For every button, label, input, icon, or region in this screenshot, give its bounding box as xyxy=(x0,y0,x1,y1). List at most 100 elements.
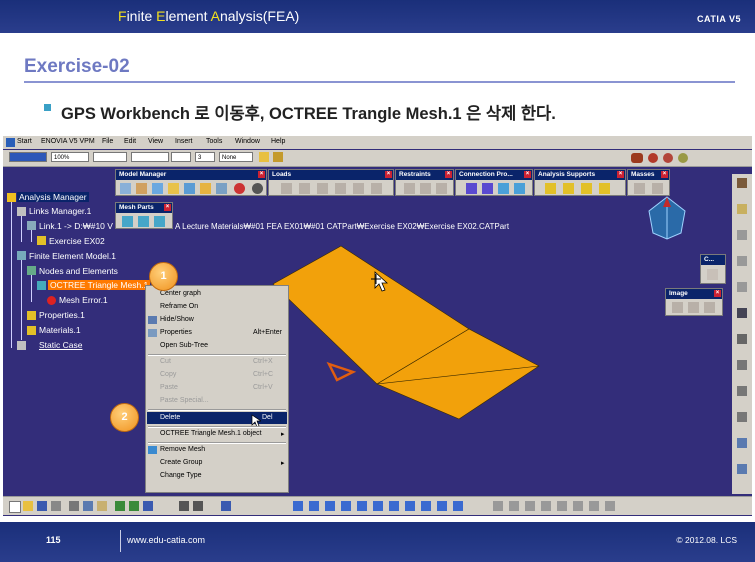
tool-icon-10[interactable] xyxy=(737,412,747,422)
normal-view-icon[interactable] xyxy=(389,501,399,511)
tool-icon-5[interactable] xyxy=(737,282,747,292)
fit-all-icon[interactable] xyxy=(309,501,319,511)
pressure-icon[interactable] xyxy=(281,183,292,194)
menu-item-center-graph[interactable]: Center graph xyxy=(160,290,201,297)
menu-item-paste-special[interactable]: Paste Special... xyxy=(160,397,209,404)
painter-icon[interactable] xyxy=(259,152,269,162)
knowledge-icon[interactable] xyxy=(193,501,203,511)
zoom-combo[interactable]: 100% xyxy=(51,152,89,162)
pivot-icon[interactable] xyxy=(436,183,447,194)
contact-connection-icon[interactable] xyxy=(482,183,493,194)
pan-icon[interactable] xyxy=(325,501,335,511)
tool-icon-3[interactable] xyxy=(737,230,747,240)
cut-icon[interactable] xyxy=(69,501,79,511)
mass-icon[interactable] xyxy=(634,183,645,194)
menu-item-octree-object[interactable]: OCTREE Triangle Mesh.1 object xyxy=(160,430,262,437)
menu-item-hide-show[interactable]: Hide/Show xyxy=(160,316,194,323)
save-icon[interactable] xyxy=(37,501,47,511)
close-icon[interactable]: × xyxy=(164,204,171,211)
analysis-icon-8[interactable] xyxy=(605,501,615,511)
tree-nodes-elements[interactable]: Nodes and Elements xyxy=(39,266,118,276)
menu-file[interactable]: File xyxy=(102,138,113,145)
sphere-icon[interactable] xyxy=(252,183,263,194)
menu-tools[interactable]: Tools xyxy=(206,138,222,145)
fastened-connection-icon[interactable] xyxy=(498,183,509,194)
print-icon[interactable] xyxy=(51,501,61,511)
brush-icon[interactable] xyxy=(273,152,283,162)
number-combo[interactable]: 3 xyxy=(195,152,215,162)
support-icon-1[interactable] xyxy=(545,183,556,194)
tree-mesh-error[interactable]: Mesh Error.1 xyxy=(59,295,108,305)
color-combo[interactable] xyxy=(9,152,47,162)
close-icon[interactable]: × xyxy=(714,290,721,297)
rotate-icon[interactable] xyxy=(341,501,351,511)
layer-combo[interactable] xyxy=(171,152,191,162)
menu-insert[interactable]: Insert xyxy=(175,138,193,145)
tree-properties[interactable]: Properties.1 xyxy=(39,310,85,320)
surface-mesh-icon[interactable] xyxy=(138,216,149,227)
formula-icon[interactable] xyxy=(179,501,189,511)
part-geometry[interactable] xyxy=(243,244,713,444)
temperature-icon[interactable] xyxy=(371,183,382,194)
bearing-icon[interactable] xyxy=(335,183,346,194)
hide-show-toolbar-icon[interactable] xyxy=(437,501,447,511)
mesh-icon[interactable] xyxy=(120,183,131,194)
close-icon[interactable]: × xyxy=(617,171,624,178)
tool-icon-12[interactable] xyxy=(737,464,747,474)
support-icon-3[interactable] xyxy=(581,183,592,194)
analysis-icon-7[interactable] xyxy=(589,501,599,511)
acceleration-icon[interactable] xyxy=(353,183,364,194)
beam-mesh-icon[interactable] xyxy=(154,216,165,227)
close-icon[interactable]: × xyxy=(661,171,668,178)
swap-space-icon[interactable] xyxy=(453,501,463,511)
slider-connection-icon[interactable] xyxy=(466,183,477,194)
fly-icon[interactable] xyxy=(293,501,303,511)
tool-icon-1[interactable] xyxy=(737,178,747,188)
copy-icon[interactable] xyxy=(83,501,93,511)
menu-start[interactable]: Start xyxy=(17,138,32,145)
clamp-icon[interactable] xyxy=(404,183,415,194)
tree-links-manager[interactable]: Links Manager.1 xyxy=(29,206,91,216)
redo-icon[interactable] xyxy=(129,501,139,511)
tree-fe-model[interactable]: Finite Element Model.1 xyxy=(29,251,116,261)
analysis-icon-1[interactable] xyxy=(493,501,503,511)
rigid-connection-icon[interactable] xyxy=(514,183,525,194)
menu-edit[interactable]: Edit xyxy=(124,138,136,145)
bug-icon[interactable] xyxy=(631,153,643,163)
menu-enovia[interactable]: ENOVIA V5 VPM xyxy=(41,138,95,145)
support-icon-2[interactable] xyxy=(563,183,574,194)
tree-link[interactable]: Link.1 -> D:₩#10 V xyxy=(39,221,113,231)
help-icon[interactable] xyxy=(143,501,153,511)
menu-item-remove-mesh[interactable]: Remove Mesh xyxy=(160,446,205,453)
shell-icon[interactable] xyxy=(216,183,227,194)
menu-item-reframe-on[interactable]: Reframe On xyxy=(160,303,198,310)
support-icon-4[interactable] xyxy=(599,183,610,194)
tool-icon-7[interactable] xyxy=(737,334,747,344)
views-icon[interactable] xyxy=(405,501,415,511)
tetra-mesh-icon[interactable] xyxy=(122,216,133,227)
linewidth-combo[interactable] xyxy=(131,152,169,162)
octree-icon[interactable] xyxy=(152,183,163,194)
triangle-mesh-icon[interactable] xyxy=(136,183,147,194)
tool-icon-4[interactable] xyxy=(737,256,747,266)
zoom-in-icon[interactable] xyxy=(357,501,367,511)
tool-icon-11[interactable] xyxy=(737,438,747,448)
menu-item-open-subtree[interactable]: Open Sub-Tree xyxy=(160,342,208,349)
menu-item-delete[interactable]: Delete xyxy=(160,414,180,421)
tool-icon-2[interactable] xyxy=(737,204,747,214)
tree-static-case[interactable]: Static Case xyxy=(39,340,82,350)
menu-view[interactable]: View xyxy=(148,138,163,145)
close-icon[interactable]: × xyxy=(445,171,452,178)
close-icon[interactable]: × xyxy=(258,171,265,178)
slider-icon[interactable] xyxy=(420,183,431,194)
menu-item-copy[interactable]: Copy xyxy=(160,371,176,378)
property-icon[interactable] xyxy=(184,183,195,194)
menu-window[interactable]: Window xyxy=(235,138,260,145)
analysis-icon-2[interactable] xyxy=(509,501,519,511)
close-icon[interactable]: × xyxy=(385,171,392,178)
menu-help[interactable]: Help xyxy=(271,138,285,145)
tool-icon-9[interactable] xyxy=(737,386,747,396)
open-icon[interactable] xyxy=(23,501,33,511)
render-style-icon[interactable] xyxy=(421,501,431,511)
analysis-icon-6[interactable] xyxy=(573,501,583,511)
